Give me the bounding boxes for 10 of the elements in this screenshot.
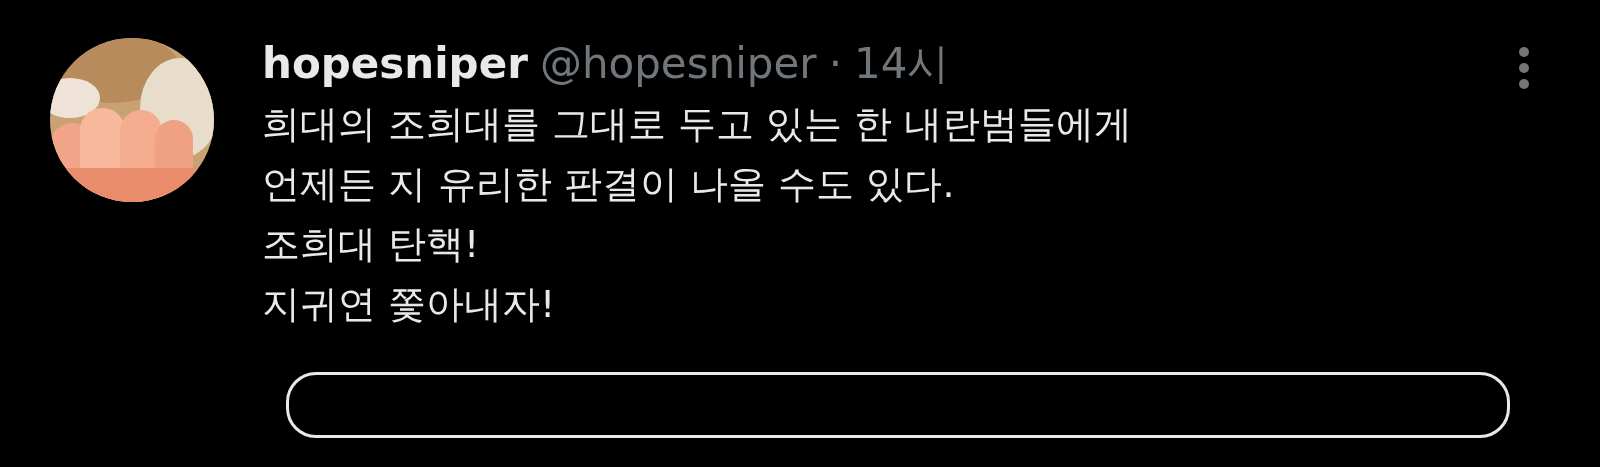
post-text: 언제든 지 유리한 판결이 나올 수도 있다. [262, 161, 956, 208]
separator: · [828, 38, 842, 90]
post-text: 조희대 탄핵! [262, 221, 481, 268]
post-text: 지귀연 쫓아내자! [262, 281, 557, 328]
author-handle[interactable]: @hopesniper [539, 34, 817, 94]
post-time[interactable]: 14시 [854, 34, 950, 94]
author-name[interactable]: hopesniper [262, 34, 528, 94]
more-icon[interactable] [1518, 46, 1530, 90]
post-text: 희대의 조희대를 그대로 두고 있는 한 내란범들에게 [262, 101, 1134, 148]
quoted-card[interactable] [286, 372, 1510, 438]
